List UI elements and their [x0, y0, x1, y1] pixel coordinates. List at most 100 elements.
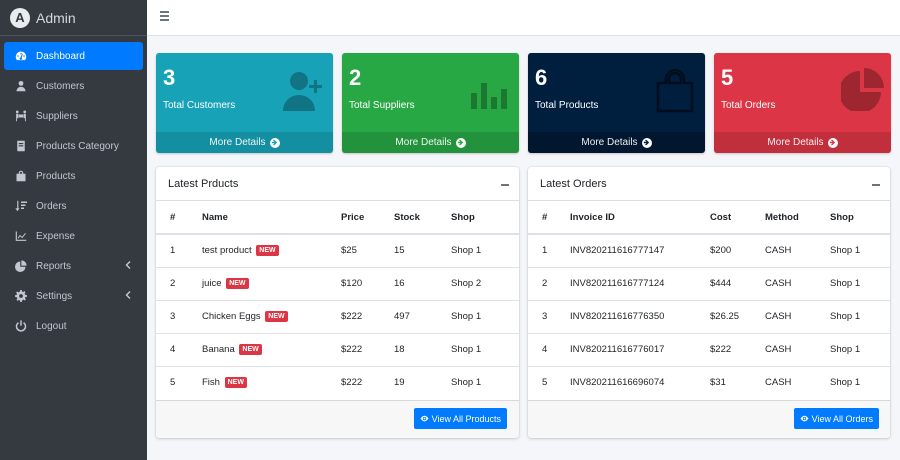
sidebar-item-settings[interactable]: Settings — [4, 282, 143, 310]
table-cell: Shop 1 — [830, 333, 890, 367]
more-details-label: More Details — [581, 137, 638, 148]
table-row: 3 INV820211616776350 $26.25 CASH Shop 1 — [528, 300, 890, 334]
chevron-left-icon — [123, 290, 133, 300]
chevron-left-icon — [123, 260, 133, 270]
sidebar-item-expense[interactable]: Expense — [4, 222, 143, 250]
table-cell: 3 — [156, 300, 202, 334]
pie-chart-icon — [15, 260, 27, 272]
stat-box-customers: 3 Total Customers More Details — [156, 53, 333, 153]
product-name: Banana — [202, 344, 235, 355]
table-row: 2 juice NEW $120 16 Shop 2 — [156, 267, 519, 301]
table-cell: $222 — [341, 333, 394, 367]
table-cell: juice NEW — [202, 267, 341, 301]
table-cell: $222 — [341, 300, 394, 334]
sidebar-item-reports[interactable]: Reports — [4, 252, 143, 280]
brand-link[interactable]: A Admin — [0, 0, 147, 36]
table-row: 2 INV820211616777124 $444 CASH Shop 1 — [528, 267, 890, 301]
top-navbar — [147, 0, 900, 36]
table-row: 4 Banana NEW $222 18 Shop 1 — [156, 333, 519, 367]
stat-box-products: 6 Total Products More Details — [528, 53, 705, 153]
table-cell: 1 — [528, 234, 570, 268]
sidebar-item-products-category[interactable]: Products Category — [4, 132, 143, 160]
more-details-link[interactable]: More Details — [714, 132, 891, 153]
view-all-orders-button[interactable]: View All Orders — [793, 408, 879, 429]
stat-value: 2 — [349, 65, 362, 90]
latest-orders-card: Latest Orders # Invoice ID Cost Method S… — [528, 167, 890, 438]
hamburger-menu-icon[interactable] — [160, 11, 170, 21]
power-icon — [15, 320, 27, 332]
products-table: # Name Price Stock Shop 1 test product N… — [156, 201, 519, 399]
table-cell: 3 — [528, 300, 570, 334]
stat-box-orders: 5 Total Orders More Details — [714, 53, 891, 153]
sidebar-item-customers[interactable]: Customers — [4, 72, 143, 100]
table-row: 3 Chicken Eggs NEW $222 497 Shop 1 — [156, 300, 519, 334]
dashboard-icon — [15, 50, 27, 62]
table-cell: CASH — [765, 234, 830, 268]
sidebar-item-orders[interactable]: Orders — [4, 192, 143, 220]
user-plus-icon — [281, 69, 325, 113]
table-cell: 5 — [170, 377, 176, 389]
book-icon — [15, 140, 27, 152]
card-header: Latest Prducts — [156, 167, 519, 201]
eye-icon — [800, 415, 809, 422]
minus-icon[interactable] — [872, 184, 880, 186]
latest-products-card: Latest Prducts # Name Price Stock Shop 1… — [156, 167, 519, 438]
brand-name: Admin — [36, 9, 76, 26]
table-cell: INV820211616776350 — [570, 300, 710, 334]
arrow-circle-right-icon — [827, 137, 838, 148]
column-header: Name — [202, 201, 341, 235]
table-cell: CASH — [765, 333, 830, 367]
more-details-label: More Details — [209, 137, 266, 148]
view-all-products-button[interactable]: View All Products — [413, 408, 507, 429]
people-carry-icon — [15, 110, 27, 122]
product-name: test product — [202, 245, 252, 257]
new-badge: NEW — [265, 311, 288, 322]
card-footer: View All Orders — [528, 400, 890, 438]
sidebar-item-label: Logout — [36, 320, 67, 332]
more-details-link[interactable]: More Details — [528, 132, 705, 153]
table-cell: Fish NEW — [202, 366, 341, 399]
card-title: Latest Prducts — [168, 177, 239, 190]
stat-label: Total Products — [535, 100, 599, 111]
arrow-circle-right-icon — [455, 137, 466, 148]
table-cell: 18 — [394, 333, 451, 367]
table-cell: 4 — [156, 333, 202, 367]
table-cell: $120 — [341, 267, 394, 301]
sidebar: A Admin Dashboard Customers Suppliers Pr… — [0, 0, 147, 460]
sort-list-icon — [15, 200, 27, 212]
table-cell: 16 — [394, 267, 451, 301]
table-cell: $26.25 — [710, 300, 765, 334]
eye-icon — [420, 415, 429, 422]
shopping-bag-icon — [653, 68, 697, 113]
table-cell: INV820211616696074 — [570, 377, 665, 389]
sidebar-item-dashboard[interactable]: Dashboard — [4, 42, 143, 70]
arrow-circle-right-icon — [641, 137, 652, 148]
table-cell: 19 — [394, 377, 405, 389]
sidebar-item-label: Settings — [36, 290, 73, 302]
table-cell: $222 — [710, 333, 765, 367]
sidebar-item-label: Dashboard — [36, 50, 85, 62]
new-badge: NEW — [239, 344, 262, 355]
stat-label: Total Customers — [163, 100, 236, 111]
table-cell: INV820211616776017 — [570, 333, 710, 367]
button-label: View All Orders — [811, 413, 873, 424]
sidebar-item-products[interactable]: Products — [4, 162, 143, 190]
more-details-link[interactable]: More Details — [156, 132, 333, 153]
sidebar-item-logout[interactable]: Logout — [4, 312, 143, 340]
column-header: Shop — [830, 201, 890, 235]
pie-chart-icon — [839, 67, 885, 113]
minus-icon[interactable] — [501, 184, 509, 186]
stat-value: 6 — [535, 65, 548, 90]
table-cell: 15 — [394, 234, 451, 268]
table-row: 1 INV820211616777147 $200 CASH Shop 1 — [528, 234, 890, 268]
new-badge: NEW — [256, 245, 279, 257]
column-header: Invoice ID — [570, 201, 710, 235]
table-cell: 2 — [528, 267, 570, 301]
more-details-link[interactable]: More Details — [342, 132, 519, 153]
sidebar-item-suppliers[interactable]: Suppliers — [4, 102, 143, 130]
card-header: Latest Orders — [528, 167, 890, 201]
table-cell: $200 — [710, 234, 765, 268]
stat-label: Total Orders — [721, 100, 776, 111]
sidebar-item-label: Expense — [36, 230, 75, 242]
new-badge: NEW — [226, 278, 249, 289]
